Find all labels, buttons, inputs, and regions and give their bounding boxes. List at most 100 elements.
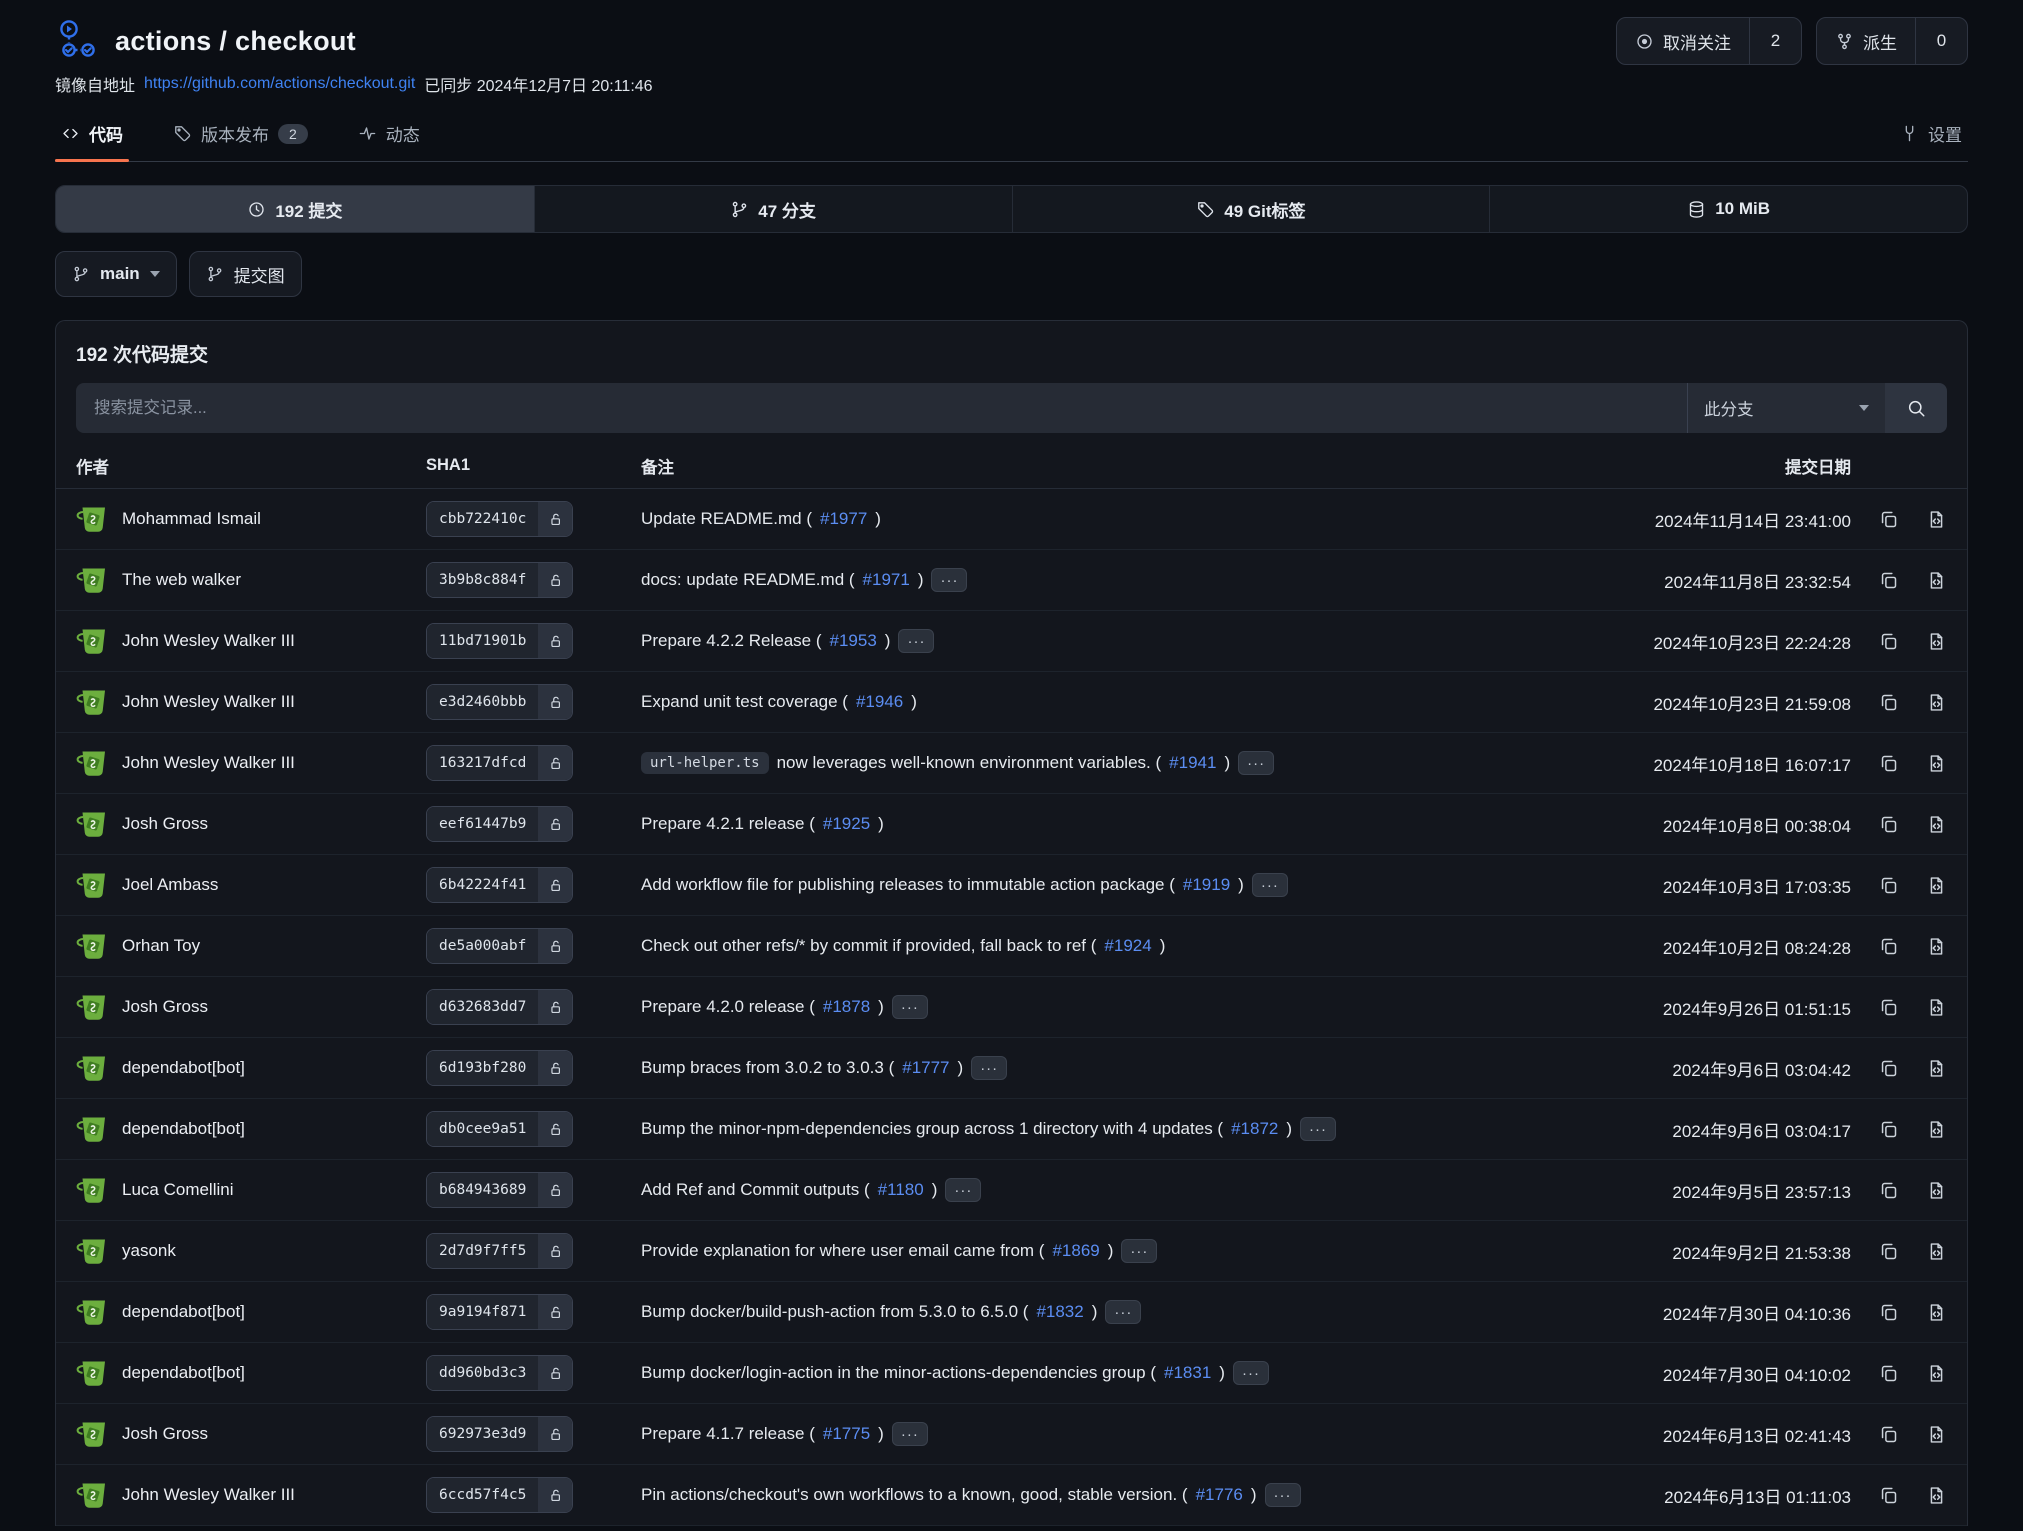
- browse-code-icon[interactable]: [1926, 875, 1947, 896]
- copy-sha-icon[interactable]: [1878, 875, 1899, 896]
- issue-link[interactable]: #1878: [823, 997, 870, 1017]
- avatar[interactable]: [76, 1175, 110, 1206]
- expand-commit-button[interactable]: ···: [1300, 1117, 1336, 1141]
- browse-code-icon[interactable]: [1926, 1119, 1947, 1140]
- commit-message[interactable]: Bump docker/login-action in the minor-ac…: [641, 1363, 1156, 1383]
- commit-message[interactable]: Prepare 4.2.0 release (: [641, 997, 815, 1017]
- issue-link[interactable]: #1946: [856, 692, 903, 712]
- tab-settings[interactable]: 设置: [1894, 121, 1968, 161]
- commit-sha-badge[interactable]: 3b9b8c884f: [426, 562, 573, 598]
- avatar[interactable]: [76, 992, 110, 1023]
- commit-sha-badge[interactable]: 9a9194f871: [426, 1294, 573, 1330]
- commit-message[interactable]: Provide explanation for where user email…: [641, 1241, 1044, 1261]
- watch-count[interactable]: 2: [1749, 18, 1801, 64]
- issue-link[interactable]: #1777: [902, 1058, 949, 1078]
- copy-sha-icon[interactable]: [1878, 997, 1899, 1018]
- expand-commit-button[interactable]: ···: [1233, 1361, 1269, 1385]
- commit-message[interactable]: Bump braces from 3.0.2 to 3.0.3 (: [641, 1058, 894, 1078]
- tab-releases[interactable]: 版本发布 2: [167, 121, 314, 161]
- browse-code-icon[interactable]: [1926, 814, 1947, 835]
- commit-graph-button[interactable]: 提交图: [189, 251, 302, 297]
- issue-link[interactable]: #1925: [823, 814, 870, 834]
- browse-code-icon[interactable]: [1926, 753, 1947, 774]
- issue-link[interactable]: #1832: [1036, 1302, 1083, 1322]
- browse-code-icon[interactable]: [1926, 631, 1947, 652]
- browse-code-icon[interactable]: [1926, 509, 1947, 530]
- issue-link[interactable]: #1872: [1231, 1119, 1278, 1139]
- commit-message[interactable]: Prepare 4.2.2 Release (: [641, 631, 822, 651]
- commit-message[interactable]: Bump the minor-npm-dependencies group ac…: [641, 1119, 1223, 1139]
- tab-activity[interactable]: 动态: [352, 121, 426, 161]
- avatar[interactable]: [76, 1419, 110, 1450]
- copy-sha-icon[interactable]: [1878, 1119, 1899, 1140]
- stat-size[interactable]: 10 MiB: [1489, 186, 1967, 232]
- commit-message[interactable]: Prepare 4.1.7 release (: [641, 1424, 815, 1444]
- issue-link[interactable]: #1919: [1183, 875, 1230, 895]
- browse-code-icon[interactable]: [1926, 997, 1947, 1018]
- copy-sha-icon[interactable]: [1878, 1363, 1899, 1384]
- commit-sha-badge[interactable]: 2d7d9f7ff5: [426, 1233, 573, 1269]
- copy-sha-icon[interactable]: [1878, 1302, 1899, 1323]
- commit-message[interactable]: Pin actions/checkout's own workflows to …: [641, 1485, 1188, 1505]
- issue-link[interactable]: #1924: [1104, 936, 1151, 956]
- avatar[interactable]: [76, 565, 110, 596]
- issue-link[interactable]: #1941: [1169, 753, 1216, 773]
- avatar[interactable]: [76, 870, 110, 901]
- avatar[interactable]: [76, 1480, 110, 1511]
- avatar[interactable]: [76, 626, 110, 657]
- copy-sha-icon[interactable]: [1878, 1424, 1899, 1445]
- commit-message[interactable]: Add Ref and Commit outputs (: [641, 1180, 870, 1200]
- avatar[interactable]: [76, 1053, 110, 1084]
- commit-message[interactable]: Expand unit test coverage (: [641, 692, 848, 712]
- expand-commit-button[interactable]: ···: [945, 1178, 981, 1202]
- commit-sha-badge[interactable]: 163217dfcd: [426, 745, 573, 781]
- stat-commits[interactable]: 192 提交: [56, 186, 534, 232]
- stat-branches[interactable]: 47 分支: [534, 186, 1012, 232]
- commit-sha-badge[interactable]: e3d2460bbb: [426, 684, 573, 720]
- expand-commit-button[interactable]: ···: [1121, 1239, 1157, 1263]
- copy-sha-icon[interactable]: [1878, 692, 1899, 713]
- copy-sha-icon[interactable]: [1878, 1485, 1899, 1506]
- issue-link[interactable]: #1977: [820, 509, 867, 529]
- avatar[interactable]: [76, 687, 110, 718]
- expand-commit-button[interactable]: ···: [931, 568, 967, 592]
- browse-code-icon[interactable]: [1926, 936, 1947, 957]
- copy-sha-icon[interactable]: [1878, 1058, 1899, 1079]
- copy-sha-icon[interactable]: [1878, 936, 1899, 957]
- commit-message[interactable]: Update README.md (: [641, 509, 812, 529]
- commit-sha-badge[interactable]: dd960bd3c3: [426, 1355, 573, 1391]
- expand-commit-button[interactable]: ···: [1105, 1300, 1141, 1324]
- branch-selector[interactable]: main: [55, 251, 177, 297]
- commit-sha-badge[interactable]: 6ccd57f4c5: [426, 1477, 573, 1513]
- expand-commit-button[interactable]: ···: [1265, 1483, 1301, 1507]
- browse-code-icon[interactable]: [1926, 1180, 1947, 1201]
- avatar[interactable]: [76, 1297, 110, 1328]
- browse-code-icon[interactable]: [1926, 1424, 1947, 1445]
- search-scope-select[interactable]: 此分支: [1687, 383, 1885, 433]
- fork-count[interactable]: 0: [1915, 18, 1967, 64]
- copy-sha-icon[interactable]: [1878, 1180, 1899, 1201]
- search-button[interactable]: [1885, 383, 1947, 433]
- commit-message[interactable]: Bump docker/build-push-action from 5.3.0…: [641, 1302, 1028, 1322]
- issue-link[interactable]: #1775: [823, 1424, 870, 1444]
- issue-link[interactable]: #1831: [1164, 1363, 1211, 1383]
- avatar[interactable]: [76, 931, 110, 962]
- commit-sha-badge[interactable]: db0cee9a51: [426, 1111, 573, 1147]
- search-input[interactable]: [76, 383, 1687, 433]
- browse-code-icon[interactable]: [1926, 1485, 1947, 1506]
- issue-link[interactable]: #1971: [863, 570, 910, 590]
- commit-message[interactable]: Add workflow file for publishing release…: [641, 875, 1175, 895]
- commit-sha-badge[interactable]: d632683dd7: [426, 989, 573, 1025]
- stat-tags[interactable]: 49 Git标签: [1012, 186, 1490, 232]
- commit-sha-badge[interactable]: de5a000abf: [426, 928, 573, 964]
- issue-link[interactable]: #1869: [1052, 1241, 1099, 1261]
- issue-link[interactable]: #1953: [830, 631, 877, 651]
- expand-commit-button[interactable]: ···: [1252, 873, 1288, 897]
- commit-message[interactable]: docs: update README.md (: [641, 570, 855, 590]
- copy-sha-icon[interactable]: [1878, 1241, 1899, 1262]
- commit-sha-badge[interactable]: b684943689: [426, 1172, 573, 1208]
- commit-message[interactable]: Prepare 4.2.1 release (: [641, 814, 815, 834]
- browse-code-icon[interactable]: [1926, 1241, 1947, 1262]
- commit-message[interactable]: now leverages well-known environment var…: [777, 753, 1162, 773]
- browse-code-icon[interactable]: [1926, 1302, 1947, 1323]
